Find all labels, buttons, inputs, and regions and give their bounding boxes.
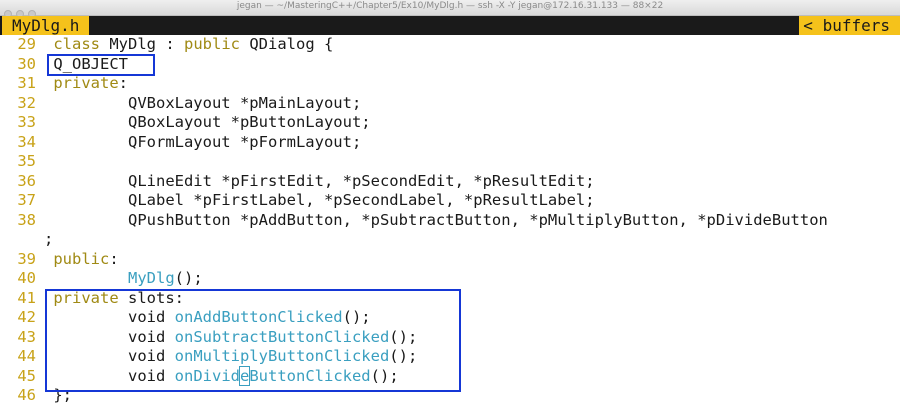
code-token: QLabel *pFirstLabel, *pSecondLabel, *pRe… bbox=[44, 191, 595, 209]
line-number: 35 bbox=[17, 152, 36, 170]
line-number: 34 bbox=[17, 132, 36, 151]
line-number: 31 bbox=[17, 74, 36, 92]
code-token: private bbox=[53, 74, 119, 92]
code-line[interactable]: 38 QPushButton *pAddButton, *pSubtractBu… bbox=[0, 211, 900, 231]
code-token: QBoxLayout *pButtonLayout; bbox=[44, 113, 371, 131]
code-text: QFormLayout *pFormLayout; bbox=[44, 133, 361, 151]
line-number: 44 bbox=[17, 347, 36, 365]
line-number: 32 bbox=[17, 93, 36, 112]
buffers-arrow-icon: < bbox=[803, 16, 813, 35]
code-text: QBoxLayout *pButtonLayout; bbox=[44, 113, 371, 131]
code-line[interactable]: ; bbox=[0, 230, 900, 250]
code-text: private: bbox=[44, 74, 128, 92]
code-line[interactable]: 37 QLabel *pFirstLabel, *pSecondLabel, *… bbox=[0, 191, 900, 211]
code-text: class MyDlg : public QDialog { bbox=[44, 35, 333, 53]
code-token: QPushButton *pAddButton, *pSubtractButto… bbox=[44, 210, 828, 229]
code-token: : bbox=[109, 249, 119, 268]
vim-tabline: MyDlg.h < buffers bbox=[0, 16, 900, 35]
line-number: 41 bbox=[17, 288, 36, 307]
line-number: 30 bbox=[17, 54, 36, 73]
code-token: MyDlg : bbox=[100, 35, 185, 53]
code-token: public bbox=[184, 35, 241, 53]
code-text: QLineEdit *pFirstEdit, *pSecondEdit, *pR… bbox=[44, 172, 595, 190]
code-line[interactable]: 35 bbox=[0, 152, 900, 172]
code-token: : bbox=[118, 74, 129, 92]
buffer-tab-mydlg-h[interactable]: MyDlg.h bbox=[2, 16, 90, 35]
line-number: 37 bbox=[17, 191, 36, 209]
code-line[interactable]: 32 QVBoxLayout *pMainLayout; bbox=[0, 94, 900, 114]
code-line[interactable]: 36 QLineEdit *pFirstEdit, *pSecondEdit, … bbox=[0, 172, 900, 192]
highlight-box-private-slots bbox=[45, 289, 461, 392]
highlight-box-q-object bbox=[47, 54, 155, 76]
code-token: QVBoxLayout *pMainLayout; bbox=[44, 93, 362, 112]
code-token: QDialog { bbox=[240, 35, 334, 53]
code-text: public: bbox=[44, 249, 119, 268]
line-number: 40 bbox=[17, 269, 36, 287]
code-token: (); bbox=[174, 269, 203, 287]
code-line[interactable]: 33 QBoxLayout *pButtonLayout; bbox=[0, 113, 900, 133]
code-line[interactable]: 34 QFormLayout *pFormLayout; bbox=[0, 133, 900, 153]
code-token: QFormLayout *pFormLayout; bbox=[44, 132, 362, 151]
code-token: public bbox=[53, 249, 110, 268]
line-number: 46 bbox=[17, 386, 36, 404]
code-line[interactable]: 40 MyDlg(); bbox=[0, 269, 900, 289]
window-title: jegan — ~/MasteringC++/Chapter5/Ex10/MyD… bbox=[236, 1, 664, 11]
line-number: 39 bbox=[17, 249, 36, 268]
line-number: 45 bbox=[17, 366, 36, 385]
code-line[interactable]: 39 public: bbox=[0, 250, 900, 270]
code-text: QLabel *pFirstLabel, *pSecondLabel, *pRe… bbox=[44, 191, 595, 209]
line-number: 36 bbox=[17, 171, 36, 190]
code-line[interactable]: 31 private: bbox=[0, 74, 900, 94]
code-text: ; bbox=[44, 230, 53, 248]
line-number: 33 bbox=[17, 113, 36, 131]
code-text: QVBoxLayout *pMainLayout; bbox=[44, 94, 361, 112]
line-number: 42 bbox=[17, 308, 36, 326]
code-token: MyDlg bbox=[128, 269, 175, 287]
line-number: 43 bbox=[17, 327, 36, 346]
buffers-indicator: < buffers bbox=[799, 16, 900, 35]
code-text: QPushButton *pAddButton, *pSubtractButto… bbox=[44, 211, 828, 229]
code-text: MyDlg(); bbox=[44, 269, 203, 287]
code-token: ; bbox=[44, 230, 54, 248]
code-token: class bbox=[53, 35, 101, 53]
line-number: 38 bbox=[17, 210, 36, 229]
buffers-label: buffers bbox=[822, 16, 890, 35]
window-titlebar: jegan — ~/MasteringC++/Chapter5/Ex10/MyD… bbox=[0, 0, 900, 18]
line-number: 29 bbox=[17, 35, 36, 53]
code-line[interactable]: 29 class MyDlg : public QDialog { bbox=[0, 35, 900, 55]
code-token: QLineEdit *pFirstEdit, *pSecondEdit, *pR… bbox=[44, 171, 595, 190]
